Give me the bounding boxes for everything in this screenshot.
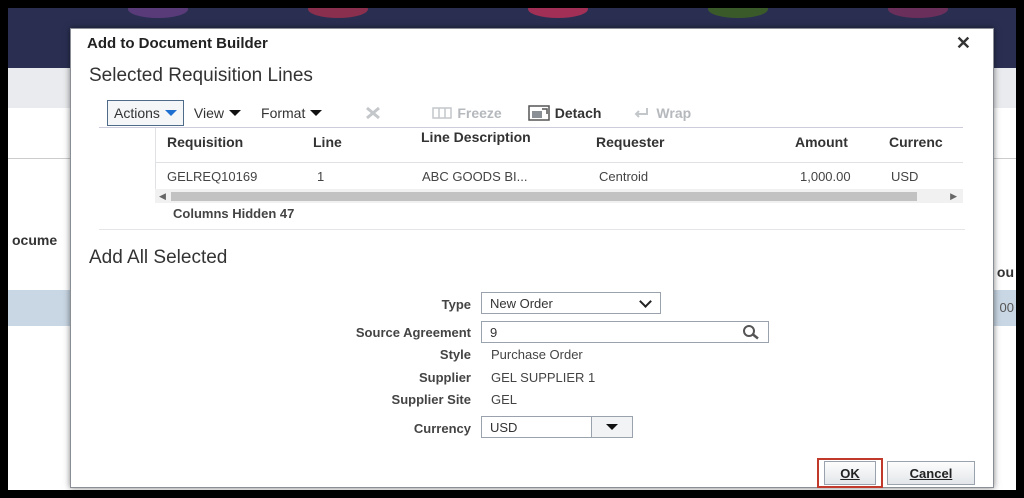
chevron-down-icon [606,424,618,430]
search-icon[interactable] [742,324,760,340]
cancel-button[interactable]: Cancel [887,461,975,485]
column-header[interactable]: Requester [596,135,664,149]
freeze-label: Freeze [457,105,502,121]
table-toolbar: Actions View Format Freeze Detach Wrap [107,100,697,126]
horizontal-scrollbar[interactable]: ◀ ▶ [155,189,963,203]
columns-hidden-count: 47 [279,206,295,221]
delete-button[interactable] [358,104,388,122]
currency-value: USD [490,420,518,435]
supplier-value: GEL SUPPLIER 1 [491,370,596,385]
wrap-icon [634,108,649,118]
ok-button[interactable]: OK [824,461,876,485]
columns-hidden-info: Columns Hidden 47 [173,206,294,221]
format-menu-button[interactable]: Format [255,103,328,123]
type-value: New Order [490,296,553,311]
freeze-icon [432,107,453,119]
requisition-lines-table: Requisition Line Line Description Reques… [99,127,963,209]
table-header-row: Requisition Line Line Description Reques… [155,127,963,163]
background-column-header: ou [996,264,1014,280]
view-label: View [193,105,225,121]
table-cell: 1,000.00 [800,169,851,184]
scrollbar-thumb[interactable] [171,192,917,201]
columns-hidden-label: Columns Hidden [173,206,277,221]
type-select[interactable]: New Order [481,292,661,314]
header-decoration [308,8,368,18]
format-label: Format [261,105,306,121]
style-value: Purchase Order [491,347,583,362]
header-decoration [528,8,588,18]
cancel-label: Cancel [909,465,953,481]
selected-lines-heading: Selected Requisition Lines [89,65,313,86]
column-header[interactable]: Line Description [421,130,541,144]
column-header[interactable]: Amount [795,135,848,149]
column-header[interactable]: Line [313,135,342,149]
source-agreement-label: Source Agreement [355,325,471,340]
background-cell: 00 [999,300,1014,315]
currency-dropdown-button[interactable] [591,417,632,437]
supplier-site-value: GEL [491,392,518,407]
detach-label: Detach [554,105,602,121]
style-label: Style [439,347,471,362]
type-label: Type [441,297,471,312]
chevron-down-icon [229,110,242,116]
scroll-right-icon[interactable]: ▶ [950,189,957,203]
add-to-document-builder-dialog: Add to Document Builder ✕ Selected Requi… [70,28,994,488]
header-decoration [888,8,948,18]
freeze-button[interactable]: Freeze [426,103,507,123]
table-cell: ABC GOODS BI... [422,169,528,184]
actions-label: Actions [114,105,160,121]
currency-label: Currency [413,421,471,436]
chevron-down-icon [310,110,323,116]
detach-icon [527,105,550,121]
scroll-left-icon[interactable]: ◀ [159,189,166,203]
table-cell: 1 [317,169,325,184]
view-menu-button[interactable]: View [188,103,247,123]
source-agreement-input[interactable]: 9 [481,321,769,343]
detach-button[interactable]: Detach [522,103,608,123]
actions-menu-button[interactable]: Actions [107,100,184,126]
table-cell: GELREQ10169 [167,169,258,184]
source-agreement-value: 9 [490,325,498,340]
supplier-label: Supplier [418,370,471,385]
screenshot-frame: ocume ou 00 Add to Document Builder ✕ Se… [6,6,1018,492]
header-decoration [128,8,188,18]
close-icon[interactable]: ✕ [956,33,971,54]
column-header[interactable]: Requisition [167,135,243,149]
row-header-column [99,127,156,194]
currency-select[interactable]: USD [481,416,633,438]
dialog-title: Add to Document Builder [87,35,268,52]
chevron-down-icon [639,295,652,308]
ok-label: OK [840,465,860,481]
table-cell: Centroid [599,169,649,184]
table-cell: USD [891,169,919,184]
background-column-header: ocume [12,232,58,248]
wrap-button[interactable]: Wrap [627,103,697,123]
header-decoration [708,8,768,18]
add-all-selected-heading: Add All Selected [89,247,228,268]
chevron-down-icon [164,110,177,116]
wrap-label: Wrap [656,105,692,121]
supplier-site-label: Supplier Site [391,392,471,407]
section-divider [99,229,965,230]
delete-x-icon [366,106,381,120]
column-header[interactable]: Currenc [889,135,943,149]
